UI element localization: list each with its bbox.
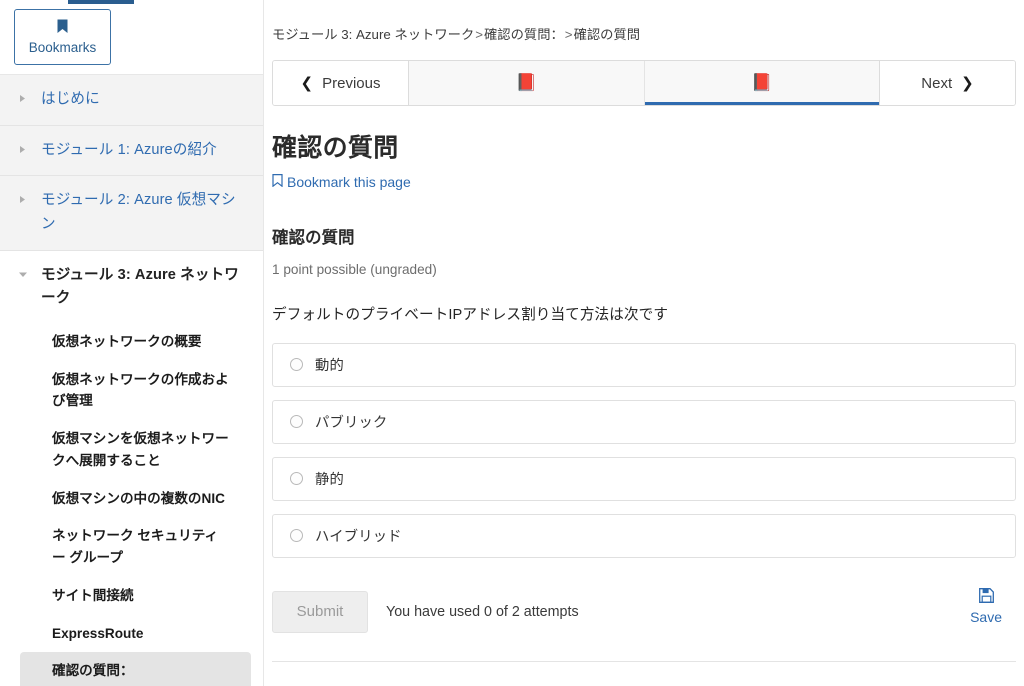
- course-page: Bookmarks はじめに モジュール 1: Azureの紹介: [0, 0, 1024, 686]
- question-prompt: デフォルトのプライベートIPアドレス割り当て方法は次です: [272, 303, 1016, 324]
- sidebar-section-label: モジュール 3: Azure ネットワーク: [41, 264, 249, 311]
- breadcrumb-separator: >: [474, 27, 484, 42]
- attempts-status: You have used 0 of 2 attempts: [386, 604, 579, 620]
- page-title: 確認の質問: [272, 128, 1016, 164]
- module-3-subsection-list: 仮想ネットワークの概要 仮想ネットワークの作成および管理 仮想マシンを仮想ネット…: [0, 317, 263, 686]
- course-outline-sidebar: Bookmarks はじめに モジュール 1: Azureの紹介: [0, 0, 264, 686]
- breadcrumb-item-2[interactable]: 確認の質問：: [484, 27, 564, 42]
- previous-button[interactable]: ❮ Previous: [273, 61, 409, 105]
- chevron-right-icon: ❯: [961, 76, 974, 91]
- problem-points: 1 point possible (ungraded): [272, 262, 1016, 277]
- main-content: モジュール 3: Azure ネットワーク>確認の質問：>確認の質問 ❮ Pre…: [264, 0, 1024, 686]
- sidebar-item-vnet-overview[interactable]: 仮想ネットワークの概要: [20, 323, 251, 361]
- chevron-right-icon: [18, 145, 32, 154]
- bookmark-this-page-label: Bookmark this page: [287, 174, 411, 190]
- sidebar-item-site-to-site[interactable]: サイト間接続: [20, 577, 251, 615]
- next-button-label: Next: [921, 75, 952, 92]
- sidebar-section-label: はじめに: [41, 88, 100, 112]
- sidebar-section-module-3[interactable]: モジュール 3: Azure ネットワーク: [0, 251, 263, 317]
- sidebar-section-intro[interactable]: はじめに: [0, 75, 263, 126]
- breadcrumb-separator: >: [564, 27, 574, 42]
- next-button[interactable]: Next ❯: [879, 61, 1015, 105]
- bookmark-outline-icon: [272, 174, 283, 190]
- radio-button[interactable]: [290, 472, 303, 485]
- choice-option[interactable]: ハイブリッド: [272, 514, 1016, 558]
- sequence-unit-tab-2[interactable]: 📕: [645, 61, 880, 105]
- radio-button[interactable]: [290, 415, 303, 428]
- book-icon: 📕: [751, 73, 772, 93]
- sequence-navigation-bar: ❮ Previous 📕 📕 Next ❯: [272, 60, 1016, 106]
- bookmarks-button[interactable]: Bookmarks: [14, 9, 111, 65]
- choice-label: 動的: [315, 354, 344, 375]
- sidebar-item-multiple-nic[interactable]: 仮想マシンの中の複数のNIC: [20, 480, 251, 518]
- sidebar-section-label: モジュール 2: Azure 仮想マシン: [41, 189, 249, 236]
- bookmarks-button-label: Bookmarks: [29, 41, 97, 55]
- sidebar-section-module-2[interactable]: モジュール 2: Azure 仮想マシン: [0, 176, 263, 250]
- choice-option[interactable]: 動的: [272, 343, 1016, 387]
- answer-choices: 動的 パブリック 静的 ハイブリッド: [272, 343, 1016, 558]
- problem-title: 確認の質問: [272, 224, 1016, 248]
- sidebar-item-vnet-create-manage[interactable]: 仮想ネットワークの作成および管理: [20, 361, 251, 421]
- save-button-label: Save: [970, 609, 1002, 625]
- sidebar-item-vm-deploy-vnet[interactable]: 仮想マシンを仮想ネットワークへ展開すること: [20, 420, 251, 480]
- choice-label: パブリック: [315, 411, 387, 432]
- chevron-right-icon: [18, 195, 32, 204]
- sequence-unit-tabs: 📕 📕: [409, 61, 879, 105]
- floppy-save-icon: [979, 588, 994, 608]
- sidebar-item-expressroute[interactable]: ExpressRoute: [20, 615, 251, 653]
- breadcrumb: モジュール 3: Azure ネットワーク>確認の質問：>確認の質問: [264, 0, 1024, 43]
- chevron-left-icon: ❮: [301, 76, 314, 91]
- choice-option[interactable]: パブリック: [272, 400, 1016, 444]
- below-fold-content: [272, 673, 1016, 681]
- problem-actions: Submit You have used 0 of 2 attempts Sav…: [272, 590, 1016, 634]
- content-divider: [272, 661, 1016, 662]
- submit-button[interactable]: Submit: [272, 591, 368, 633]
- previous-button-label: Previous: [322, 75, 380, 92]
- top-active-tab-indicator[interactable]: [68, 0, 134, 4]
- chevron-down-icon: [18, 270, 32, 279]
- chevron-right-icon: [18, 94, 32, 103]
- radio-button[interactable]: [290, 358, 303, 371]
- bookmark-this-page-link[interactable]: Bookmark this page: [272, 174, 411, 190]
- bookmark-icon: [56, 19, 69, 38]
- outline-nav: はじめに モジュール 1: Azureの紹介 モジュール 2: Azure 仮想…: [0, 75, 263, 686]
- choice-label: ハイブリッド: [315, 525, 402, 546]
- sidebar-item-knowledge-check[interactable]: 確認の質問：: [20, 652, 251, 686]
- choice-option[interactable]: 静的: [272, 457, 1016, 501]
- breadcrumb-item-1[interactable]: モジュール 3: Azure ネットワーク: [272, 27, 474, 42]
- sequence-unit-tab-1[interactable]: 📕: [409, 61, 645, 105]
- book-icon: 📕: [516, 73, 537, 93]
- sidebar-section-label: モジュール 1: Azureの紹介: [41, 139, 217, 163]
- breadcrumb-item-3: 確認の質問: [574, 27, 640, 42]
- sidebar-section-module-1[interactable]: モジュール 1: Azureの紹介: [0, 126, 263, 177]
- sidebar-item-nsg[interactable]: ネットワーク セキュリティー グループ: [20, 517, 251, 577]
- choice-label: 静的: [315, 468, 344, 489]
- radio-button[interactable]: [290, 529, 303, 542]
- save-button[interactable]: Save: [970, 588, 1002, 625]
- bookmarks-area: Bookmarks: [0, 0, 263, 65]
- unit-content: 確認の質問 Bookmark this page 確認の質問 1 point p…: [264, 128, 1024, 681]
